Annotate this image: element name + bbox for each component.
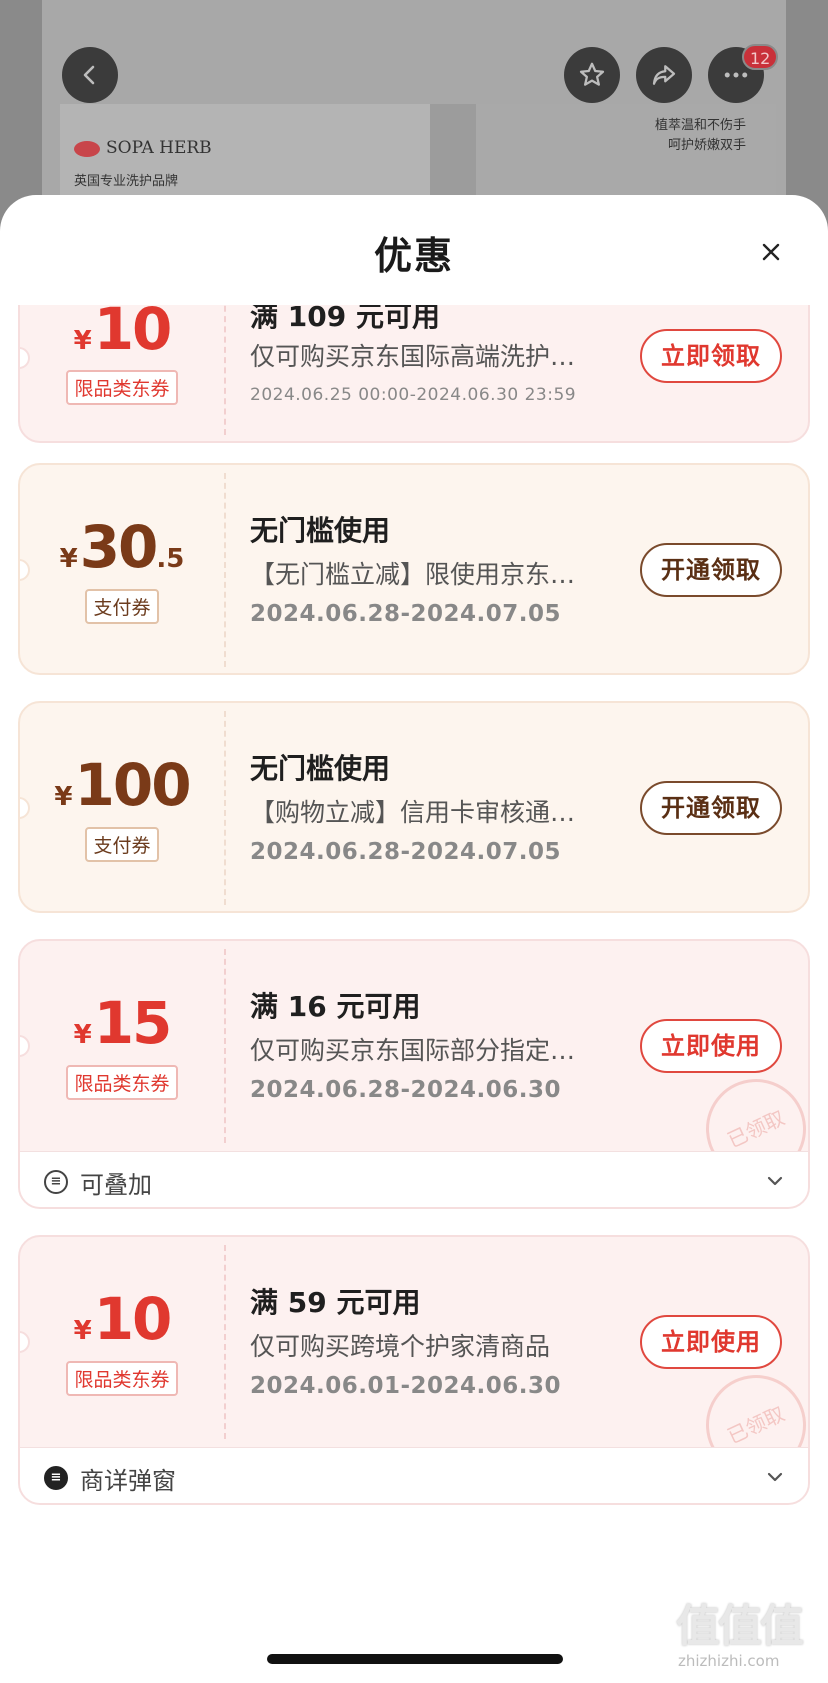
coupon-divider — [224, 1245, 226, 1439]
coupon-type-tag: 支付券 — [20, 589, 224, 624]
coupon-footer[interactable]: ≡ 商详弹窗 — [20, 1447, 808, 1503]
star-icon — [579, 62, 605, 86]
back-button[interactable] — [62, 47, 118, 103]
coupon-sheet: 优惠 ¥10 限品类东券 满 109 元可用 仅可购买京东国际高端洗护… 202… — [0, 195, 828, 1683]
chevron-left-icon — [83, 65, 95, 85]
coupon-condition: 满 59 元可用 — [250, 1286, 421, 1319]
chevron-down-icon — [767, 1176, 783, 1186]
coupon-condition: 满 16 元可用 — [250, 990, 421, 1023]
coupon-validity: 2024.06.28-2024.07.05 — [250, 839, 562, 865]
coupon-validity: 2024.06.25 00:00-2024.06.30 23:59 — [250, 385, 577, 405]
coupon-description: 【无门槛立减】限使用京东… — [250, 560, 576, 589]
notification-badge: 12 — [742, 44, 779, 70]
amount-decimal: .5 — [156, 544, 185, 574]
coupon-divider — [224, 949, 226, 1143]
banner-brand-text: SOPA HERB — [106, 138, 212, 158]
home-indicator[interactable] — [267, 1654, 563, 1664]
coupon-footer[interactable]: ≡ 可叠加 — [20, 1151, 808, 1207]
stack-icon: ≡ — [44, 1170, 68, 1194]
activate-claim-button[interactable]: 开通领取 — [640, 543, 782, 597]
coupon-description: 仅可购买京东国际高端洗护… — [250, 342, 576, 371]
coupon-divider — [224, 711, 226, 905]
coupon-condition: 满 109 元可用 — [250, 305, 440, 333]
coupon-footer-label: 商详弹窗 — [80, 1467, 176, 1495]
coupon-footer-label: 可叠加 — [80, 1171, 152, 1199]
banner-brand: SOPA HERB — [74, 138, 212, 158]
favorite-button[interactable] — [564, 47, 620, 103]
coupon-amount: ¥15 — [20, 989, 224, 1057]
banner-right-line2: 呵护娇嫩双手 — [667, 138, 746, 153]
coupon-condition: 无门槛使用 — [250, 514, 391, 547]
share-button[interactable] — [636, 47, 692, 103]
coupon-type-label: 限品类东券 — [66, 1065, 178, 1100]
banner-subtitle: 英国专业洗护品牌 — [74, 174, 179, 189]
yen-symbol: ¥ — [73, 1316, 92, 1346]
coupon-amount: ¥100 — [20, 751, 224, 819]
coupon-card: ¥10 限品类东券 满 109 元可用 仅可购买京东国际高端洗护… 2024.0… — [18, 305, 810, 443]
claim-coupon-button[interactable]: 立即领取 — [640, 329, 782, 383]
coupon-card: ¥100 支付券 无门槛使用 【购物立减】信用卡审核通… 2024.06.28-… — [18, 701, 810, 913]
yen-symbol: ¥ — [54, 782, 73, 812]
coupon-type-label: 限品类东券 — [66, 370, 178, 405]
close-button[interactable] — [756, 237, 786, 267]
coupon-divider — [224, 305, 226, 435]
yen-symbol: ¥ — [73, 326, 92, 356]
amount-value: 10 — [93, 305, 173, 363]
banner-right-text: 植萃温和不伤手 呵护娇嫩双手 — [655, 116, 746, 156]
product-banner: SOPA HERB 英国专业洗护品牌 植萃温和不伤手 呵护娇嫩双手 — [60, 104, 776, 204]
activate-claim-button[interactable]: 开通领取 — [640, 781, 782, 835]
amount-value: 100 — [74, 751, 192, 819]
chevron-down-icon — [767, 1472, 783, 1482]
coupon-amount: ¥10 — [20, 1285, 224, 1353]
sheet-title: 优惠 — [373, 234, 454, 278]
coupon-card: ¥30.5 支付券 无门槛使用 【无门槛立减】限使用京东… 2024.06.28… — [18, 463, 810, 675]
yen-symbol: ¥ — [73, 1020, 92, 1050]
coupon-type-label: 支付券 — [85, 827, 159, 862]
coupon-description: 【购物立减】信用卡审核通… — [250, 798, 576, 827]
coupon-condition: 无门槛使用 — [250, 752, 391, 785]
coupon-type-label: 支付券 — [85, 589, 159, 624]
coupon-list[interactable]: ¥10 限品类东券 满 109 元可用 仅可购买京东国际高端洗护… 2024.0… — [0, 305, 828, 1605]
popup-icon: ≡ — [44, 1466, 68, 1490]
amount-value: 30 — [79, 513, 159, 581]
share-icon — [652, 65, 676, 85]
watermark-site: zhizhizhi.com — [678, 1652, 780, 1670]
yen-symbol: ¥ — [59, 544, 78, 574]
coupon-type-tag: 支付券 — [20, 827, 224, 862]
coupon-amount: ¥10 — [20, 305, 224, 363]
coupon-description: 仅可购买京东国际部分指定… — [250, 1036, 576, 1065]
coupon-divider — [224, 473, 226, 667]
coupon-card: ¥15 限品类东券 满 16 元可用 仅可购买京东国际部分指定… 2024.06… — [18, 939, 810, 1209]
coupon-type-tag: 限品类东券 — [20, 1065, 224, 1100]
amount-value: 15 — [93, 989, 173, 1057]
coupon-validity: 2024.06.28-2024.07.05 — [250, 601, 562, 627]
amount-value: 10 — [93, 1285, 173, 1353]
watermark-logo: 值值值 — [676, 1601, 804, 1652]
coupon-type-label: 限品类东券 — [66, 1361, 178, 1396]
coupon-type-tag: 限品类东券 — [20, 370, 224, 405]
banner-right-line1: 植萃温和不伤手 — [654, 118, 746, 133]
coupon-validity: 2024.06.28-2024.06.30 — [250, 1077, 562, 1103]
coupon-type-tag: 限品类东券 — [20, 1361, 224, 1396]
use-coupon-button[interactable]: 立即使用 — [640, 1315, 782, 1369]
close-icon — [762, 243, 780, 261]
use-coupon-button[interactable]: 立即使用 — [640, 1019, 782, 1073]
coupon-validity: 2024.06.01-2024.06.30 — [250, 1373, 562, 1399]
coupon-amount: ¥30.5 — [20, 513, 224, 581]
coupon-card: ¥10 限品类东券 满 59 元可用 仅可购买跨境个护家清商品 2024.06.… — [18, 1235, 810, 1505]
coupon-description: 仅可购买跨境个护家清商品 — [250, 1332, 551, 1361]
flag-icon — [74, 140, 100, 157]
